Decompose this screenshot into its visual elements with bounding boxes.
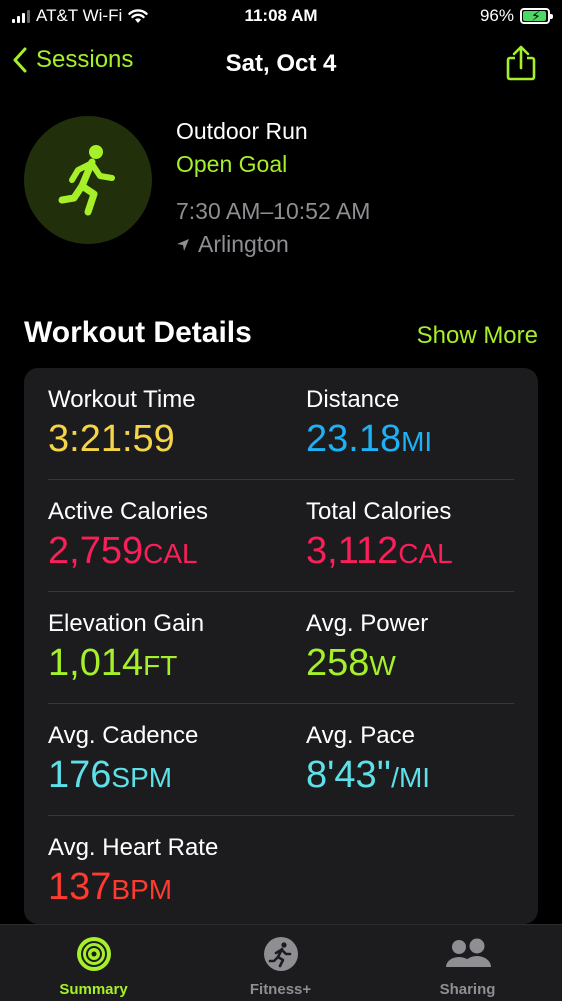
metric-label: Distance: [306, 386, 400, 413]
metric-value: 137BPM: [48, 866, 173, 908]
sharing-people-icon: [446, 938, 491, 967]
show-more-button[interactable]: Show More: [417, 322, 538, 350]
battery-icon: ⚡: [520, 8, 553, 24]
status-time: 11:08 AM: [244, 6, 318, 25]
workout-title: Outdoor Run: [176, 118, 308, 144]
metric-avg-heart-rate: Avg. Heart Rate 137BPM: [48, 834, 218, 909]
location-arrow-icon: [177, 238, 189, 251]
metrics-row: Workout Time 3:21:59 Distance 23.18MI: [24, 368, 538, 480]
metric-active-calories: Active Calories 2,759CAL: [48, 498, 208, 573]
tab-label: Sharing: [439, 981, 496, 998]
summary-rings-icon: [77, 937, 111, 971]
workout-type-badge: [24, 116, 152, 244]
metric-value: 3,112CAL: [306, 530, 453, 572]
tab-sharing[interactable]: Sharing: [374, 925, 561, 1001]
metric-elevation-gain: Elevation Gain 1,014FT: [48, 610, 204, 685]
metric-value: 176SPM: [48, 754, 173, 796]
metric-label: Avg. Pace: [306, 722, 415, 749]
metric-label: Avg. Heart Rate: [48, 834, 219, 861]
metric-label: Elevation Gain: [48, 610, 205, 637]
metric-label: Avg. Power: [306, 610, 429, 637]
metric-workout-time: Workout Time 3:21:59: [48, 386, 196, 461]
battery-percent: 96%: [479, 6, 514, 25]
workout-info: Outdoor Run Open Goal 7:30 AM–10:52 AM A…: [176, 118, 370, 258]
metric-value: 23.18MI: [306, 418, 433, 460]
metric-avg-power: Avg. Power 258W: [306, 610, 428, 685]
tab-fitness-plus[interactable]: Fitness+: [187, 925, 374, 1001]
metrics-row: Active Calories 2,759CAL Total Calories …: [24, 480, 538, 592]
metric-total-calories: Total Calories 3,112CAL: [306, 498, 453, 573]
status-bar: AT&T Wi-Fi 11:08 AM 96% ⚡: [0, 0, 562, 34]
metric-label: Total Calories: [306, 498, 452, 525]
workout-location: Arlington: [176, 231, 370, 258]
metrics-row: Elevation Gain 1,014FT Avg. Power 258W: [24, 592, 538, 704]
tab-summary[interactable]: Summary: [0, 925, 187, 1001]
metric-avg-cadence: Avg. Cadence 176SPM: [48, 722, 198, 797]
metric-value: 3:21:59: [48, 418, 175, 460]
metric-value: 1,014FT: [48, 642, 178, 684]
status-right: 96% ⚡: [479, 6, 553, 26]
metric-distance: Distance 23.18MI: [306, 386, 432, 461]
metric-value: 8'43''/MI: [306, 754, 431, 796]
workout-time-range: 7:30 AM–10:52 AM: [176, 198, 371, 224]
page-title: Sat, Oct 4: [225, 50, 337, 77]
running-figure-icon: [58, 145, 115, 216]
metrics-row: Avg. Heart Rate 137BPM: [24, 816, 538, 924]
metrics-row: Avg. Cadence 176SPM Avg. Pace 8'43''/MI: [24, 704, 538, 816]
share-icon[interactable]: [504, 44, 538, 82]
metric-value: 258W: [306, 642, 396, 684]
metric-value: 2,759CAL: [48, 530, 198, 572]
tab-label: Fitness+: [249, 981, 312, 998]
metric-label: Workout Time: [48, 386, 196, 413]
metric-label: Avg. Cadence: [48, 722, 199, 749]
metric-avg-pace: Avg. Pace 8'43''/MI: [306, 722, 430, 797]
nav-bar: Sessions Sat, Oct 4: [0, 44, 562, 84]
metric-label: Active Calories: [48, 498, 209, 525]
fitness-plus-icon: [264, 937, 298, 971]
section-title: Workout Details: [24, 316, 252, 349]
location-label: Arlington: [198, 231, 289, 257]
workout-details-card: Workout Time 3:21:59 Distance 23.18MI Ac…: [24, 368, 538, 924]
tab-label: Summary: [59, 981, 128, 998]
tab-bar: Summary Fitness+ Sharing: [0, 924, 562, 1001]
workout-goal: Open Goal: [176, 151, 288, 177]
